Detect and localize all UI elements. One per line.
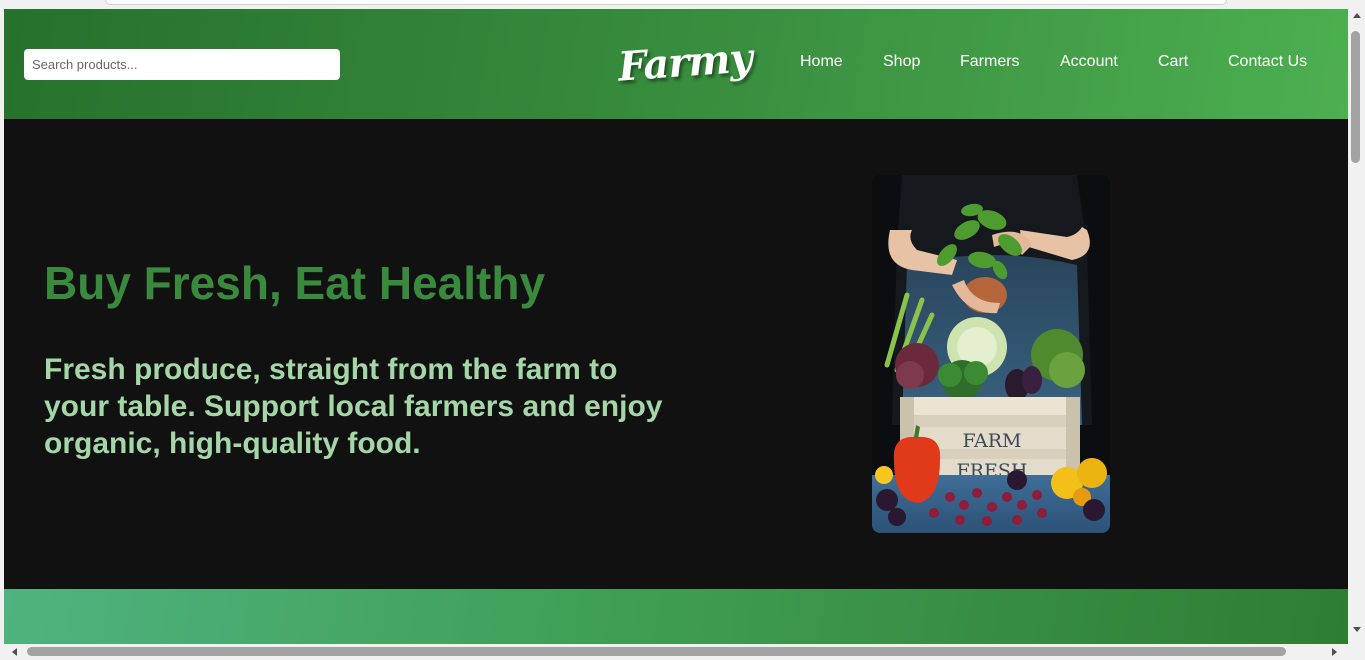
hero-title: Buy Fresh, Eat Healthy	[44, 257, 546, 309]
nav-home[interactable]: Home	[800, 53, 843, 71]
scroll-up-icon[interactable]	[1353, 13, 1361, 18]
horizontal-scrollbar[interactable]	[4, 644, 1348, 660]
page-viewport: Farmy Home Shop Farmers Account Cart Con…	[4, 9, 1348, 644]
vertical-scroll-thumb[interactable]	[1351, 31, 1360, 163]
next-section-band	[4, 589, 1348, 644]
nav-cart[interactable]: Cart	[1158, 53, 1188, 71]
hero-subtitle: Fresh produce, straight from the farm to…	[44, 353, 663, 460]
horizontal-scroll-thumb[interactable]	[27, 647, 1286, 656]
nav-farmers[interactable]: Farmers	[960, 53, 1020, 71]
main-nav: Home Shop Farmers Account Cart Contact U…	[4, 53, 1348, 75]
hero-produce-image: FARM FRESH	[872, 175, 1110, 533]
scroll-right-icon[interactable]	[1332, 648, 1337, 656]
vertical-scrollbar[interactable]	[1348, 9, 1365, 644]
hero-section: Buy Fresh, Eat Healthy Fresh produce, st…	[4, 119, 1348, 589]
nav-account[interactable]: Account	[1060, 53, 1118, 71]
nav-shop[interactable]: Shop	[883, 53, 920, 71]
site-header: Farmy Home Shop Farmers Account Cart Con…	[4, 9, 1348, 119]
nav-contact-us[interactable]: Contact Us	[1228, 53, 1307, 71]
crate-text-farm: FARM	[962, 430, 1021, 452]
scroll-left-icon[interactable]	[12, 648, 17, 656]
scroll-down-icon[interactable]	[1353, 627, 1361, 632]
browser-bar-edge	[105, 0, 1227, 5]
